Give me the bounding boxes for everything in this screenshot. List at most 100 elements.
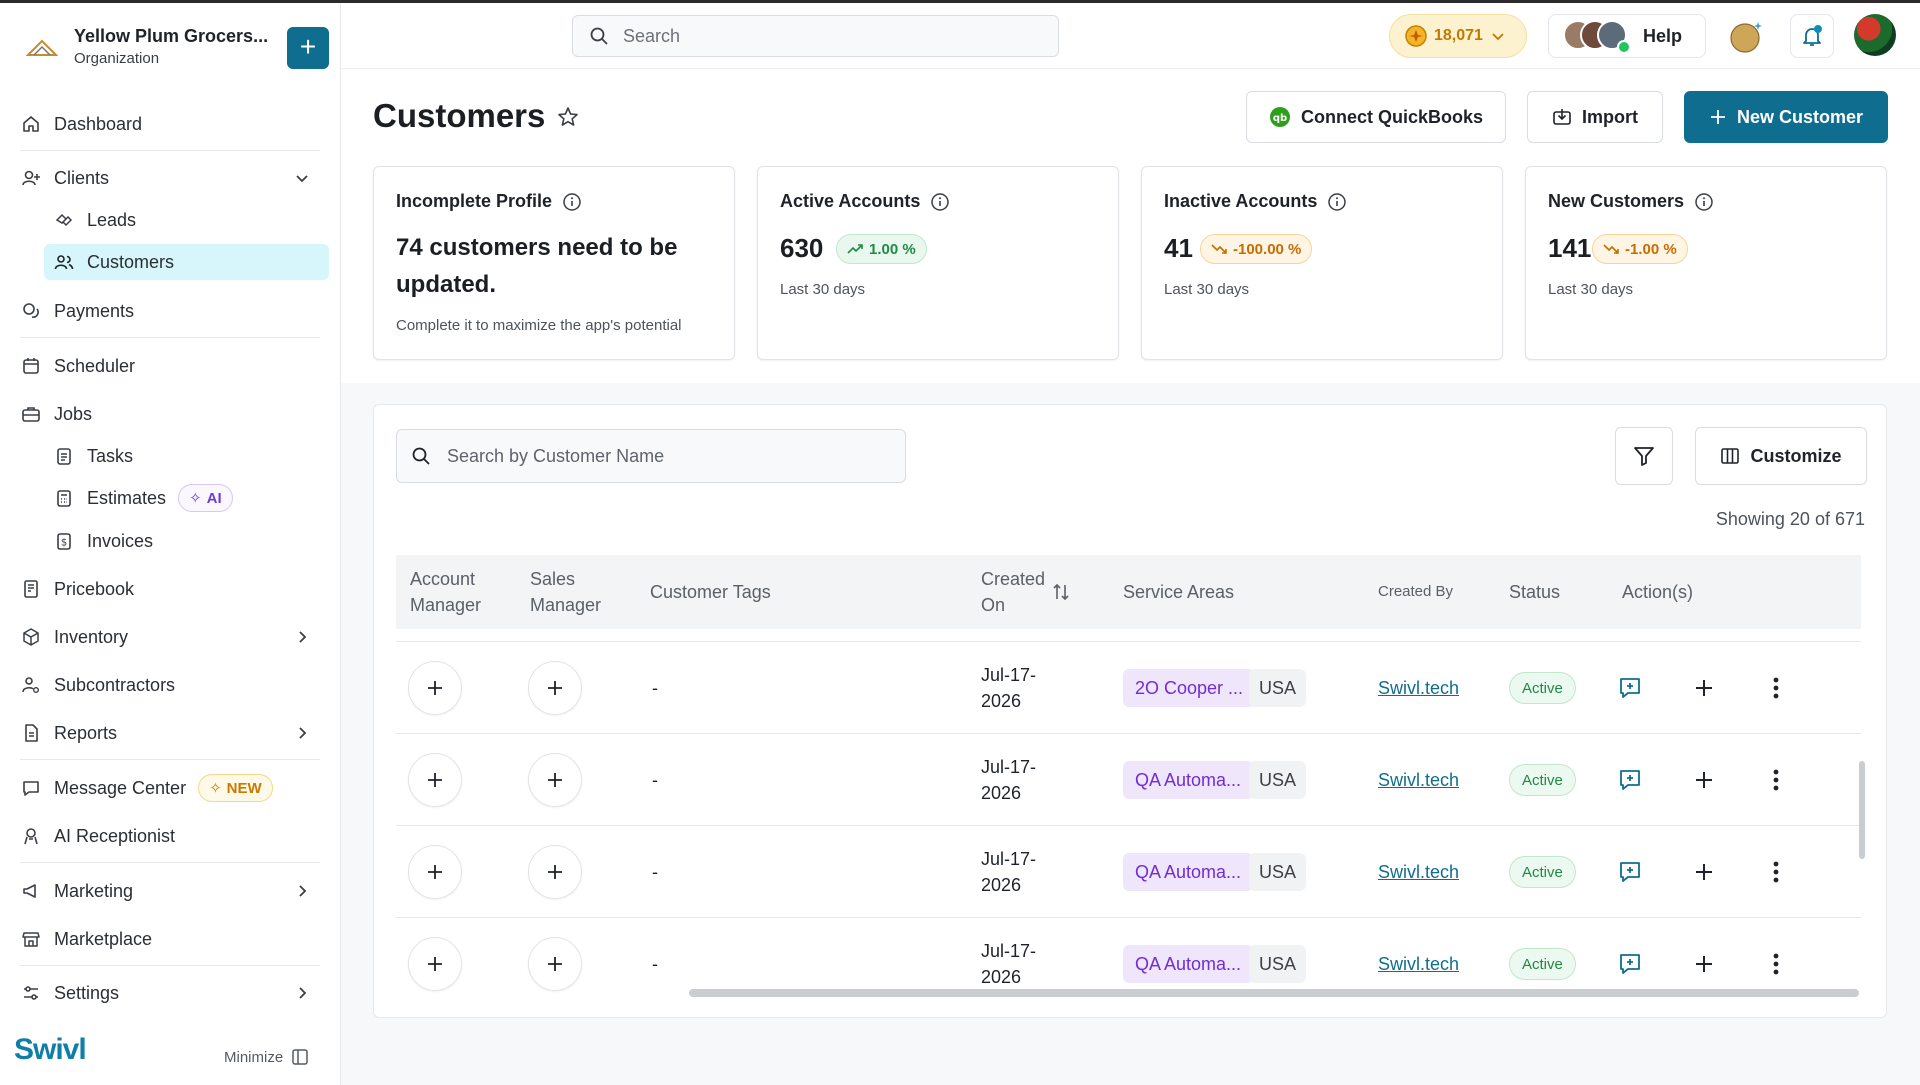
- sidebar-item-payments[interactable]: Payments: [20, 293, 330, 329]
- horizontal-scrollbar[interactable]: [689, 989, 1859, 997]
- created-by-link[interactable]: Swivl.tech: [1378, 678, 1459, 699]
- sidebar-item-marketing[interactable]: Marketing: [20, 873, 330, 909]
- active-accounts-card[interactable]: Active Accounts 630 1.00 % Last 30 days: [757, 166, 1119, 360]
- assign-sales-manager-button[interactable]: [528, 661, 582, 715]
- column-header-customer-tags[interactable]: Customer Tags: [650, 555, 771, 629]
- quickbooks-label: Connect QuickBooks: [1300, 106, 1484, 127]
- customize-columns-button[interactable]: Customize: [1695, 427, 1867, 485]
- column-header-created-on[interactable]: Created On: [981, 555, 1051, 629]
- sidebar-item-label: Subcontractors: [54, 674, 176, 695]
- vertical-scrollbar[interactable]: [1859, 761, 1865, 859]
- column-header-sales-manager[interactable]: Sales Manager: [530, 555, 620, 629]
- info-icon[interactable]: [930, 192, 950, 212]
- coin-icon: [1405, 25, 1427, 47]
- row-more-button[interactable]: [1756, 642, 1796, 734]
- assign-account-manager-button[interactable]: [408, 937, 462, 991]
- sidebar-item-subcontractors[interactable]: Subcontractors: [20, 667, 330, 703]
- service-area-tag[interactable]: QA Automa...: [1123, 853, 1254, 891]
- service-area-tag[interactable]: 2O Cooper ...: [1123, 669, 1256, 707]
- help-button[interactable]: Help: [1548, 14, 1706, 58]
- sidebar-item-ai-receptionist[interactable]: AI Receptionist: [20, 818, 330, 854]
- new-customers-value: 141: [1548, 233, 1592, 263]
- status-cell: Active: [1509, 826, 1576, 918]
- sidebar-item-jobs[interactable]: Jobs: [20, 396, 330, 432]
- info-icon[interactable]: [1327, 192, 1347, 212]
- row-add-button[interactable]: [1684, 642, 1724, 734]
- column-header-account-manager[interactable]: Account Manager: [410, 555, 490, 629]
- store-icon: [20, 928, 42, 950]
- assign-sales-manager-button[interactable]: [528, 845, 582, 899]
- add-note-button[interactable]: [1610, 734, 1650, 826]
- home-icon: [20, 113, 42, 135]
- assign-account-manager-button[interactable]: [408, 661, 462, 715]
- table-header: Account Manager Sales Manager Customer T…: [396, 555, 1861, 629]
- assign-account-manager-button[interactable]: [408, 845, 462, 899]
- user-avatar[interactable]: [1854, 14, 1896, 56]
- add-note-button[interactable]: [1610, 826, 1650, 918]
- row-add-button[interactable]: [1684, 734, 1724, 826]
- sidebar-item-inventory[interactable]: Inventory: [20, 619, 330, 655]
- favorite-star-icon[interactable]: [556, 105, 580, 129]
- service-area-tag[interactable]: QA Automa...: [1123, 945, 1254, 983]
- table-row[interactable]: - Jul-17-2026 QA Automa... USA Swivl.tec…: [396, 733, 1861, 825]
- chevron-right-icon[interactable]: [292, 723, 312, 743]
- notifications-button[interactable]: [1790, 14, 1834, 58]
- chevron-right-icon[interactable]: [292, 881, 312, 901]
- row-more-button[interactable]: [1756, 734, 1796, 826]
- import-button[interactable]: Import: [1527, 91, 1663, 143]
- global-search-input[interactable]: Search: [572, 15, 1059, 57]
- assign-sales-manager-button[interactable]: [528, 937, 582, 991]
- chevron-right-icon[interactable]: [292, 627, 312, 647]
- sidebar-item-settings[interactable]: Settings: [20, 975, 330, 1011]
- card-title-text: Incomplete Profile: [396, 191, 553, 211]
- sidebar-item-leads[interactable]: Leads: [53, 202, 328, 238]
- created-by-link[interactable]: Swivl.tech: [1378, 862, 1459, 883]
- assign-sales-manager-button[interactable]: [528, 753, 582, 807]
- country-tag: USA: [1249, 669, 1307, 707]
- table-row[interactable]: - Jul-17-2026 QA Automa... USA Swivl.tec…: [396, 825, 1861, 917]
- table-row[interactable]: - Jul-17-2026 2O Cooper ... USA Swivl.te…: [396, 641, 1861, 733]
- inactive-accounts-card[interactable]: Inactive Accounts 41 -100.00 % Last 30 d…: [1141, 166, 1503, 360]
- service-area-tag[interactable]: QA Automa...: [1123, 761, 1254, 799]
- customer-search-input[interactable]: Search by Customer Name: [396, 429, 906, 483]
- connect-quickbooks-button[interactable]: qb Connect QuickBooks: [1246, 91, 1506, 143]
- sidebar-item-invoices[interactable]: $ Invoices: [53, 523, 328, 559]
- org-switcher[interactable]: Yellow Plum Grocers... Organization +: [20, 23, 330, 73]
- assign-account-manager-button[interactable]: [408, 753, 462, 807]
- filter-button[interactable]: [1615, 427, 1673, 485]
- chevron-right-icon[interactable]: [292, 983, 312, 1003]
- created-on-value: Jul-17-2026: [981, 757, 1037, 803]
- new-customer-button[interactable]: New Customer: [1684, 91, 1888, 143]
- row-more-button[interactable]: [1756, 826, 1796, 918]
- org-add-button[interactable]: +: [287, 27, 329, 69]
- sidebar-item-message-center[interactable]: Message Center ✧ NEW: [20, 770, 330, 806]
- sidebar-item-tasks[interactable]: Tasks: [53, 438, 328, 474]
- sidebar-item-estimates[interactable]: Estimates ✧ AI: [53, 480, 328, 516]
- chevron-down-icon[interactable]: [292, 168, 312, 188]
- sidebar-item-scheduler[interactable]: Scheduler: [20, 348, 330, 384]
- column-header-service-areas[interactable]: Service Areas: [1123, 555, 1234, 629]
- customer-tags-value: -: [652, 677, 658, 698]
- ai-assistant-button[interactable]: [1725, 14, 1769, 58]
- sidebar-item-customers[interactable]: Customers: [44, 244, 329, 280]
- column-header-created-by[interactable]: Created By: [1378, 555, 1453, 629]
- sidebar-item-clients[interactable]: Clients: [20, 160, 330, 196]
- sidebar-item-dashboard[interactable]: Dashboard: [20, 106, 330, 142]
- minimize-button[interactable]: Minimize: [224, 1048, 309, 1066]
- new-customers-card[interactable]: New Customers 141 -1.00 % Last 30 days: [1525, 166, 1887, 360]
- sidebar-divider: [20, 759, 320, 760]
- sidebar-item-marketplace[interactable]: Marketplace: [20, 921, 330, 957]
- sort-icon[interactable]: [1051, 582, 1071, 602]
- row-add-button[interactable]: [1684, 826, 1724, 918]
- incomplete-profile-card[interactable]: Incomplete Profile 74 customers need to …: [373, 166, 735, 360]
- card-period: Last 30 days: [780, 281, 866, 298]
- coins-balance-button[interactable]: 18,071: [1389, 14, 1527, 58]
- created-by-link[interactable]: Swivl.tech: [1378, 954, 1459, 975]
- sidebar-item-pricebook[interactable]: Pricebook: [20, 571, 330, 607]
- info-icon[interactable]: [1694, 192, 1714, 212]
- info-icon[interactable]: [562, 192, 582, 212]
- sidebar-item-reports[interactable]: Reports: [20, 715, 330, 751]
- add-note-button[interactable]: [1610, 642, 1650, 734]
- created-by-link[interactable]: Swivl.tech: [1378, 770, 1459, 791]
- column-header-status[interactable]: Status: [1509, 555, 1560, 629]
